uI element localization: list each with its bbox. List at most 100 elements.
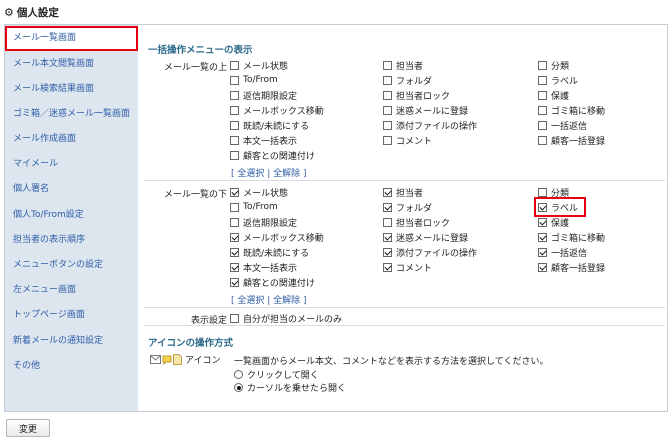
radio-button[interactable] bbox=[234, 370, 243, 379]
bottom-checkbox-show-body[interactable]: 本文一括表示 bbox=[230, 260, 297, 274]
checkbox-box[interactable] bbox=[383, 217, 392, 227]
radio-click-to-open[interactable]: クリックして開く bbox=[234, 368, 319, 381]
checkbox-box[interactable] bbox=[538, 75, 547, 85]
bottom-checkbox-protect[interactable]: 保護 bbox=[538, 215, 569, 229]
checkbox-box[interactable] bbox=[538, 262, 547, 272]
radio-button[interactable] bbox=[234, 383, 243, 392]
bottom-checkbox-bulk-reply[interactable]: 一括返信 bbox=[538, 245, 587, 259]
checkbox-box[interactable] bbox=[383, 187, 392, 197]
checkbox-label: 顧客一括登録 bbox=[551, 263, 606, 274]
top-checkbox-reply-deadline[interactable]: 返信期限設定 bbox=[230, 88, 297, 102]
checkbox-box[interactable] bbox=[230, 150, 239, 160]
sidebar-item-left-menu[interactable]: 左メニュー画面 bbox=[5, 278, 138, 303]
checkbox-box[interactable] bbox=[538, 120, 547, 130]
sidebar-item-compose[interactable]: メール作成画面 bbox=[5, 127, 138, 152]
bottom-checkbox-move-mailbox[interactable]: メールボックス移動 bbox=[230, 230, 324, 244]
checkbox-box[interactable] bbox=[230, 202, 239, 212]
bottom-deselect-all-link[interactable]: 全解除 bbox=[273, 296, 300, 306]
checkbox-box[interactable] bbox=[538, 60, 547, 70]
bottom-checkbox-mail-status[interactable]: メール状態 bbox=[230, 185, 288, 199]
top-checkbox-assignee-lock[interactable]: 担当者ロック bbox=[383, 88, 450, 102]
display-own-mail-only-checkbox[interactable]: 自分が担当のメールのみ bbox=[230, 311, 342, 325]
checkbox-box[interactable] bbox=[230, 120, 239, 130]
sidebar-item-top-page[interactable]: トップページ画面 bbox=[5, 303, 138, 328]
top-checkbox-protect[interactable]: 保護 bbox=[538, 88, 569, 102]
sidebar-item-assignee-order[interactable]: 担当者の表示順序 bbox=[5, 228, 138, 253]
top-checkbox-label[interactable]: ラベル bbox=[538, 73, 578, 87]
top-checkbox-attachments[interactable]: 添付ファイルの操作 bbox=[383, 118, 477, 132]
top-checkbox-bulk-reply[interactable]: 一括返信 bbox=[538, 118, 587, 132]
checkbox-box[interactable] bbox=[230, 262, 239, 272]
bottom-select-all-link[interactable]: 全選択 bbox=[237, 296, 264, 306]
checkbox-box[interactable] bbox=[538, 135, 547, 145]
checkbox-box[interactable] bbox=[383, 60, 392, 70]
checkbox-label: 迷惑メールに登録 bbox=[396, 106, 469, 117]
checkbox-box[interactable] bbox=[230, 105, 239, 115]
checkbox-box[interactable] bbox=[383, 75, 392, 85]
checkbox-box[interactable] bbox=[230, 75, 239, 85]
bottom-checkbox-reply-deadline[interactable]: 返信期限設定 bbox=[230, 215, 297, 229]
checkbox-box[interactable] bbox=[230, 277, 239, 287]
checkbox-box[interactable] bbox=[383, 135, 392, 145]
sidebar-item-mail-body[interactable]: メール本文閲覧画面 bbox=[5, 52, 138, 77]
sidebar-item-trash-spam[interactable]: ゴミ箱／迷惑メール一覧画面 bbox=[5, 102, 138, 127]
sidebar-item-mail-list[interactable]: メール一覧画面 bbox=[5, 26, 138, 51]
top-checkbox-assignee[interactable]: 担当者 bbox=[383, 58, 423, 72]
sidebar-item-search-results[interactable]: メール検索結果画面 bbox=[5, 77, 138, 102]
bottom-checkbox-assignee[interactable]: 担当者 bbox=[383, 185, 423, 199]
checkbox-box[interactable] bbox=[230, 247, 239, 257]
sidebar-item-to-from[interactable]: 個人To/From設定 bbox=[5, 203, 138, 228]
bottom-checkbox-read-unread[interactable]: 既読/未読にする bbox=[230, 245, 309, 259]
bottom-checkbox-comment[interactable]: コメント bbox=[383, 260, 432, 274]
checkbox-box[interactable] bbox=[538, 105, 547, 115]
checkbox-box[interactable] bbox=[538, 187, 547, 197]
sidebar-item-my-mail[interactable]: マイメール bbox=[5, 152, 138, 177]
top-checkbox-mark-spam[interactable]: 迷惑メールに登録 bbox=[383, 103, 468, 117]
top-checkbox-comment[interactable]: コメント bbox=[383, 133, 432, 147]
checkbox-box[interactable] bbox=[230, 90, 239, 100]
checkbox-box[interactable] bbox=[383, 90, 392, 100]
sidebar-item-other[interactable]: その他 bbox=[5, 354, 138, 379]
bottom-checkbox-assignee-lock[interactable]: 担当者ロック bbox=[383, 215, 450, 229]
radio-hover-to-open[interactable]: カーソルを乗せたら開く bbox=[234, 381, 346, 394]
top-select-all-link[interactable]: 全選択 bbox=[237, 169, 264, 179]
sidebar-item-new-mail-notify[interactable]: 新着メールの通知設定 bbox=[5, 329, 138, 354]
checkbox-box[interactable] bbox=[538, 217, 547, 227]
checkbox-box[interactable] bbox=[538, 90, 547, 100]
bottom-checkbox-move-trash[interactable]: ゴミ箱に移動 bbox=[538, 230, 605, 244]
bottom-checkbox-attachments[interactable]: 添付ファイルの操作 bbox=[383, 245, 477, 259]
checkbox-box[interactable] bbox=[383, 105, 392, 115]
top-checkbox-link-customer[interactable]: 顧客との関連付け bbox=[230, 148, 315, 162]
top-checkbox-to-from[interactable]: To/From bbox=[230, 73, 278, 87]
checkbox-box[interactable] bbox=[538, 232, 547, 242]
top-checkbox-show-body[interactable]: 本文一括表示 bbox=[230, 133, 297, 147]
top-checkbox-read-unread[interactable]: 既読/未読にする bbox=[230, 118, 309, 132]
checkbox-box[interactable] bbox=[538, 247, 547, 257]
top-checkbox-category[interactable]: 分類 bbox=[538, 58, 569, 72]
checkbox-box[interactable] bbox=[230, 217, 239, 227]
checkbox-box[interactable] bbox=[383, 202, 392, 212]
bottom-checkbox-register-customers[interactable]: 顧客一括登録 bbox=[538, 260, 605, 274]
top-deselect-all-link[interactable]: 全解除 bbox=[273, 169, 300, 179]
bottom-checkbox-to-from[interactable]: To/From bbox=[230, 200, 278, 214]
top-checkbox-move-mailbox[interactable]: メールボックス移動 bbox=[230, 103, 324, 117]
checkbox-box[interactable] bbox=[230, 135, 239, 145]
top-checkbox-folder[interactable]: フォルダ bbox=[383, 73, 432, 87]
bottom-checkbox-mark-spam[interactable]: 迷惑メールに登録 bbox=[383, 230, 468, 244]
top-checkbox-move-trash[interactable]: ゴミ箱に移動 bbox=[538, 103, 605, 117]
checkbox-box[interactable] bbox=[230, 313, 239, 323]
top-checkbox-register-customers[interactable]: 顧客一括登録 bbox=[538, 133, 605, 147]
checkbox-box[interactable] bbox=[230, 60, 239, 70]
sidebar-item-menu-buttons[interactable]: メニューボタンの設定 bbox=[5, 253, 138, 278]
checkbox-box[interactable] bbox=[230, 187, 239, 197]
bottom-checkbox-link-customer[interactable]: 顧客との関連付け bbox=[230, 275, 315, 289]
checkbox-box[interactable] bbox=[383, 232, 392, 242]
sidebar-item-signature[interactable]: 個人署名 bbox=[5, 177, 138, 202]
checkbox-box[interactable] bbox=[230, 232, 239, 242]
change-button[interactable]: 変更 bbox=[6, 419, 50, 437]
checkbox-box[interactable] bbox=[383, 262, 392, 272]
checkbox-box[interactable] bbox=[383, 247, 392, 257]
top-checkbox-mail-status[interactable]: メール状態 bbox=[230, 58, 288, 72]
bottom-checkbox-folder[interactable]: フォルダ bbox=[383, 200, 432, 214]
checkbox-box[interactable] bbox=[383, 120, 392, 130]
